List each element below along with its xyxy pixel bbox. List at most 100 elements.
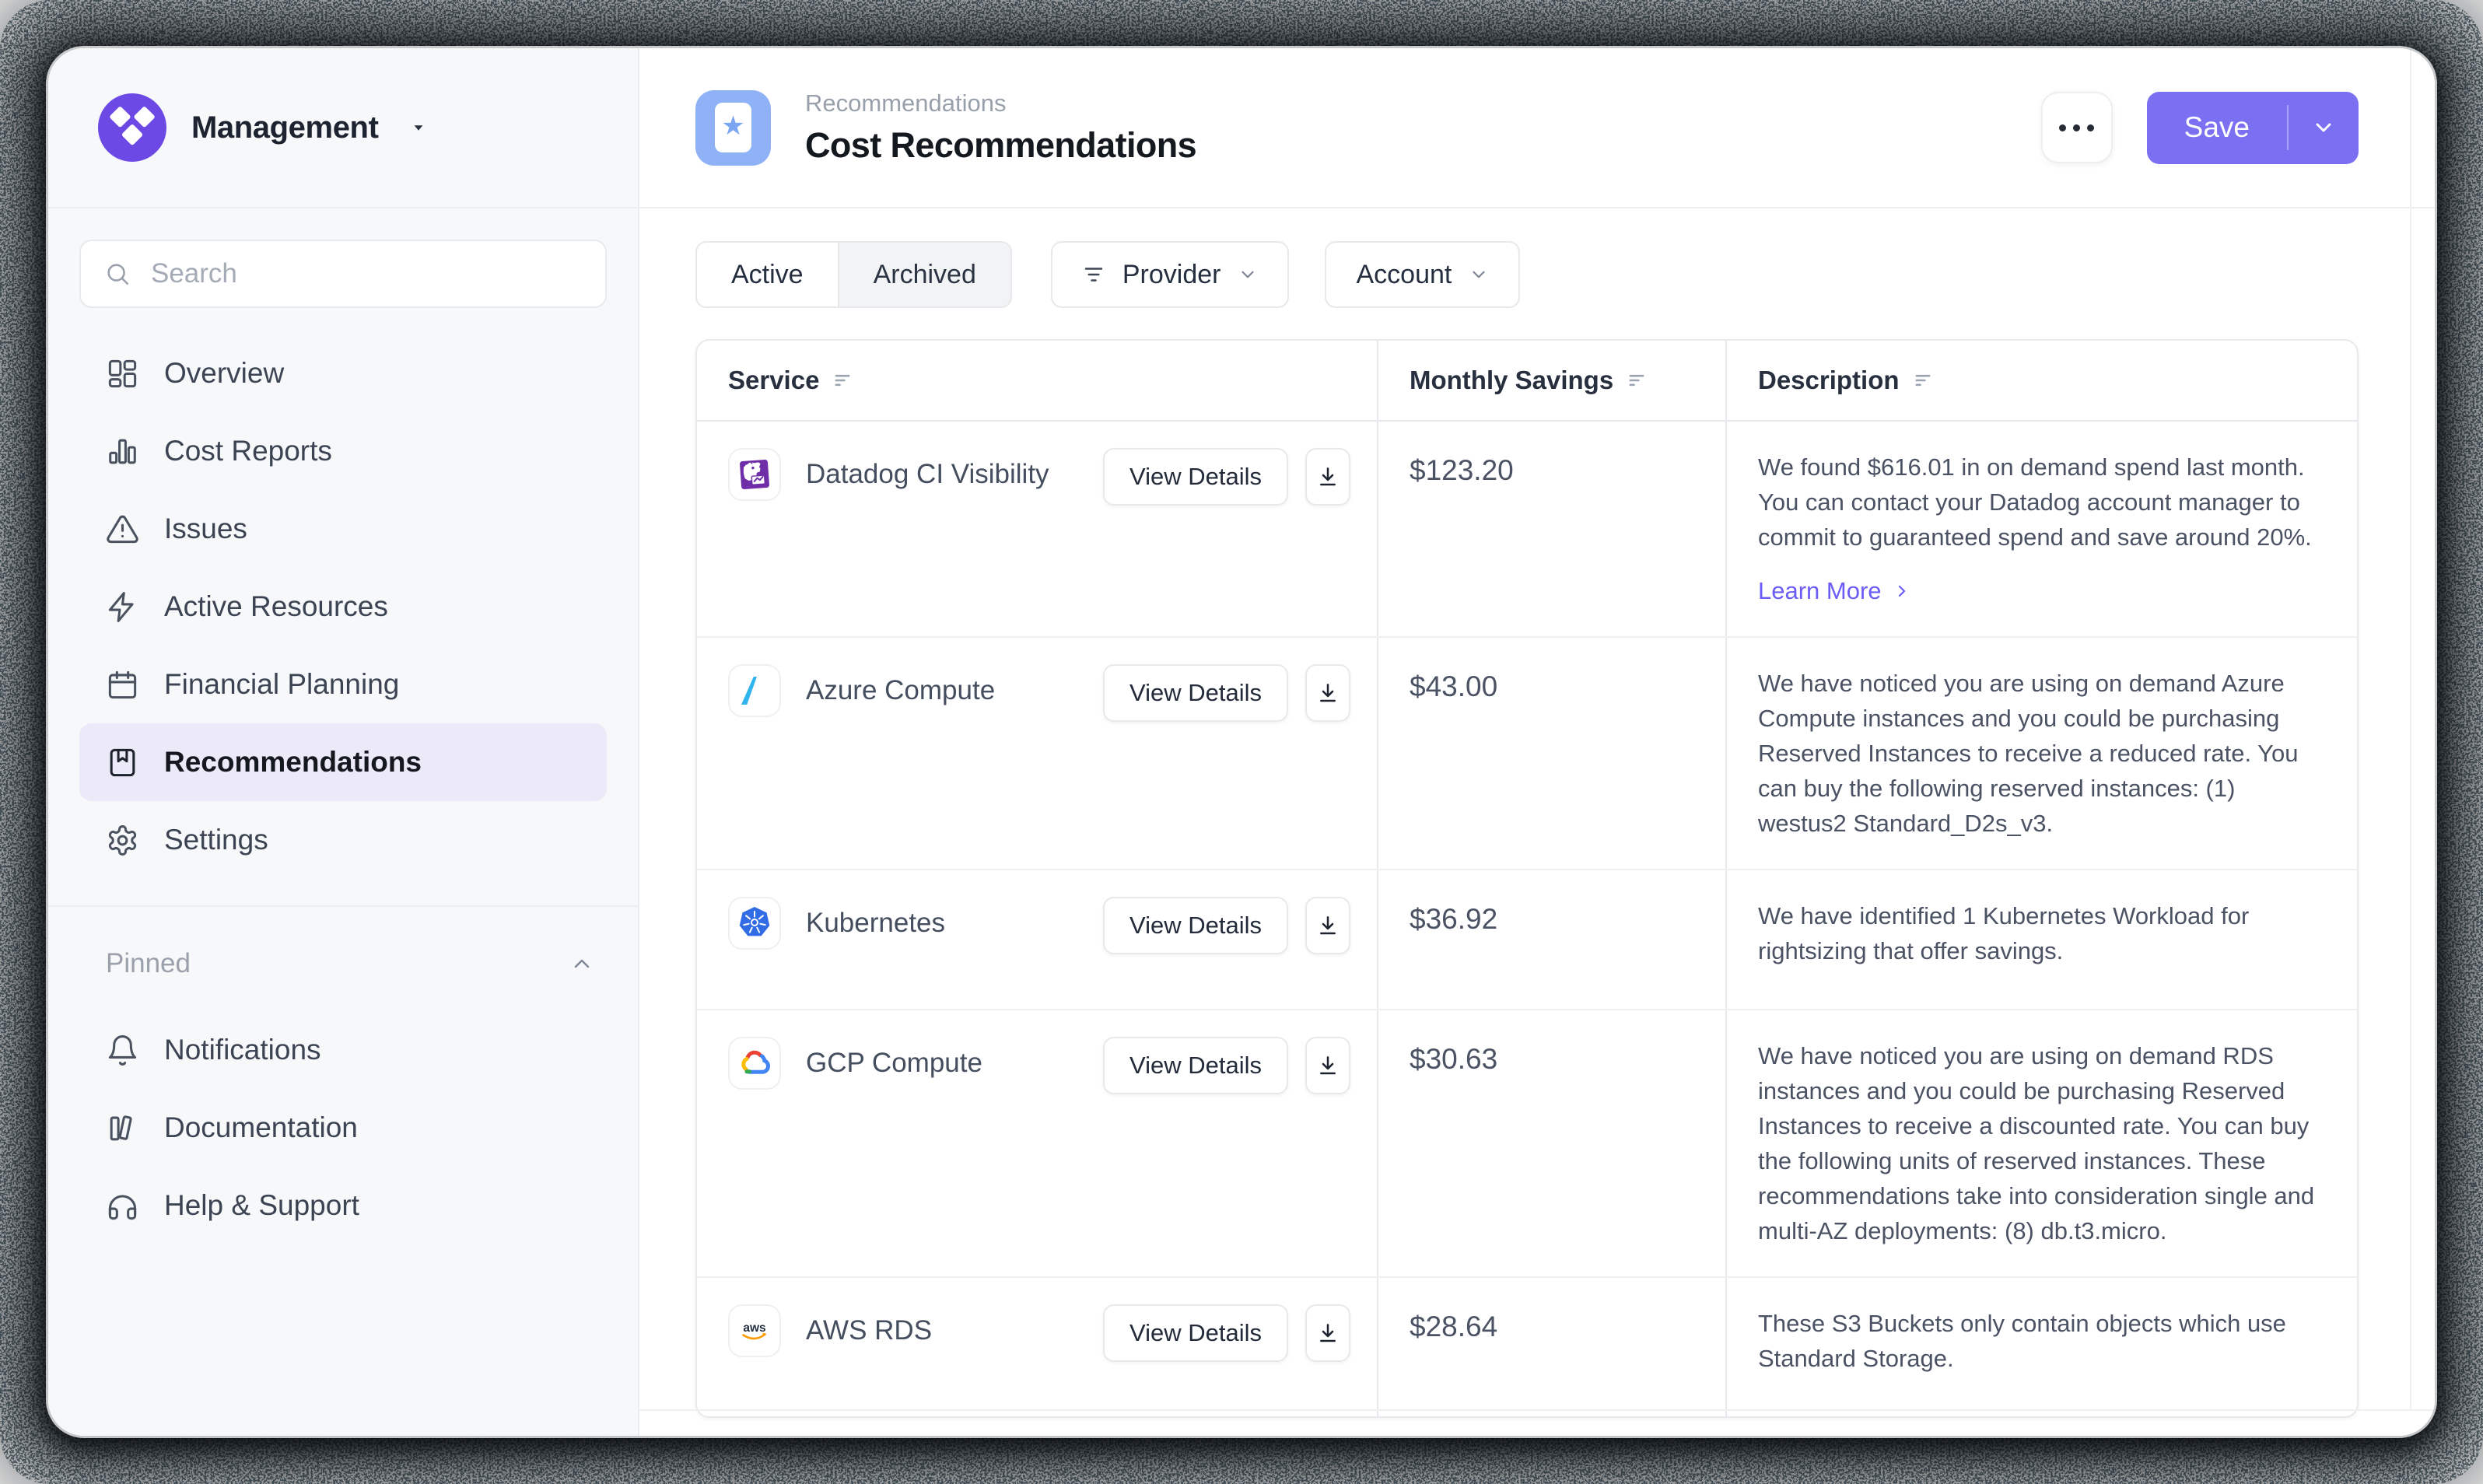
learn-more-link[interactable]: Learn More: [1758, 573, 1911, 608]
download-button[interactable]: [1305, 664, 1350, 722]
sidebar-item-label: Recommendations: [164, 746, 422, 779]
download-button[interactable]: [1305, 448, 1350, 506]
download-button[interactable]: [1305, 1037, 1350, 1094]
download-button[interactable]: [1305, 1304, 1350, 1362]
service-cell: GCP Compute View Details: [697, 1010, 1377, 1276]
caret-down-icon: [408, 117, 429, 138]
sidebar-item-financial-planning[interactable]: Financial Planning: [79, 646, 607, 723]
chevron-down-icon: [2311, 115, 2336, 140]
save-button[interactable]: Save: [2147, 92, 2359, 164]
sidebar-item-overview[interactable]: Overview: [79, 334, 607, 412]
search-input[interactable]: [79, 240, 607, 308]
service-logo-tile: aws: [728, 1304, 781, 1357]
monthly-savings-value: $123.20: [1377, 422, 1725, 636]
sidebar-item-recommendations[interactable]: Recommendations: [79, 723, 607, 801]
scrollbar-track-divider[interactable]: [2410, 48, 2411, 1411]
column-header-service[interactable]: Service: [697, 341, 1377, 420]
search-icon: [104, 261, 131, 287]
sidebar-item-label: Notifications: [164, 1034, 321, 1066]
download-icon: [1315, 1053, 1340, 1078]
filter-lines-icon: [1082, 263, 1105, 286]
sidebar-item-label: Help & Support: [164, 1189, 359, 1222]
app-window: Management Overview Cost Reports Issues …: [48, 48, 2435, 1436]
sidebar-item-issues[interactable]: Issues: [79, 490, 607, 568]
service-cell: Azure Compute View Details: [697, 638, 1377, 869]
ellipsis-icon: [2059, 124, 2066, 131]
pinned-section-header[interactable]: Pinned: [48, 938, 638, 989]
chevron-up-icon[interactable]: [569, 951, 594, 976]
sidebar-item-cost-reports[interactable]: Cost Reports: [79, 412, 607, 490]
more-actions-button[interactable]: [2041, 92, 2113, 163]
main-area: ★ Recommendations Cost Recommendations S…: [639, 48, 2435, 1436]
sort-lines-icon: [1626, 369, 1648, 391]
view-details-button[interactable]: View Details: [1103, 1037, 1288, 1094]
breadcrumb: Recommendations: [805, 89, 1196, 117]
datadog-logo: [736, 456, 773, 493]
table-row: aws AWS RDS View Details $28.64 These S3…: [697, 1276, 2357, 1416]
table-header-row: Service Monthly Savings Description: [697, 341, 2357, 422]
service-logo-tile: [728, 664, 781, 717]
view-details-button[interactable]: View Details: [1103, 664, 1288, 722]
sidebar-item-settings[interactable]: Settings: [79, 801, 607, 879]
account-dropdown-label: Account: [1356, 260, 1452, 290]
search-field[interactable]: [149, 257, 582, 290]
download-icon: [1315, 913, 1340, 938]
account-dropdown[interactable]: Account: [1325, 241, 1520, 308]
service-name: Kubernetes: [806, 897, 1078, 950]
status-segmented-control: Active Archived: [695, 241, 1012, 308]
view-details-button[interactable]: View Details: [1103, 448, 1288, 506]
provider-dropdown[interactable]: Provider: [1051, 241, 1290, 308]
sidebar-item-help-support[interactable]: Help & Support: [79, 1167, 607, 1244]
download-icon: [1315, 681, 1340, 705]
tab-active[interactable]: Active: [697, 243, 838, 306]
chevron-down-icon: [1238, 264, 1258, 285]
bell-icon: [106, 1034, 139, 1067]
sidebar-pinned-nav: Notifications Documentation Help & Suppo…: [48, 989, 638, 1244]
monthly-savings-value: $43.00: [1377, 638, 1725, 869]
download-icon: [1315, 1321, 1340, 1346]
sidebar-item-active-resources[interactable]: Active Resources: [79, 568, 607, 646]
service-cell: Kubernetes View Details: [697, 870, 1377, 1009]
alert-triangle-icon: [106, 513, 139, 546]
gear-icon: [106, 824, 139, 857]
sidebar-nav: Overview Cost Reports Issues Active Reso…: [48, 313, 638, 879]
save-menu-button[interactable]: [2289, 92, 2359, 164]
gcp-logo: [736, 1045, 773, 1082]
description-cell: We found $616.01 in on demand spend last…: [1725, 422, 2357, 636]
description-cell: These S3 Buckets only contain objects wh…: [1725, 1278, 2357, 1416]
description-text: We found $616.01 in on demand spend last…: [1758, 450, 2320, 555]
page-content: Active Archived Provider Account: [639, 208, 2435, 1436]
save-button-label: Save: [2147, 111, 2287, 144]
download-button[interactable]: [1305, 897, 1350, 954]
service-logo-tile: [728, 448, 781, 501]
provider-dropdown-label: Provider: [1122, 260, 1221, 290]
sidebar-section-divider: [48, 905, 638, 907]
workspace-switcher[interactable]: Management: [48, 48, 638, 208]
pinned-section-label: Pinned: [106, 948, 191, 979]
service-name: AWS RDS: [806, 1304, 1078, 1357]
view-details-button[interactable]: View Details: [1103, 1304, 1288, 1362]
table-row: GCP Compute View Details $30.63 We have …: [697, 1009, 2357, 1276]
description-text: These S3 Buckets only contain objects wh…: [1758, 1306, 2320, 1376]
view-details-button[interactable]: View Details: [1103, 897, 1288, 954]
workspace-logo-icon: [98, 93, 166, 162]
sidebar-item-label: Active Resources: [164, 590, 388, 623]
star-page-icon: ★: [695, 90, 771, 166]
filter-bar: Active Archived Provider Account: [695, 241, 2359, 308]
sidebar-item-notifications[interactable]: Notifications: [79, 1011, 607, 1089]
download-icon: [1315, 464, 1340, 489]
calendar-icon: [106, 668, 139, 702]
table-row: Azure Compute View Details $43.00 We hav…: [697, 636, 2357, 869]
page-header: ★ Recommendations Cost Recommendations S…: [639, 48, 2435, 208]
description-cell: We have noticed you are using on demand …: [1725, 638, 2357, 869]
tab-archived[interactable]: Archived: [838, 243, 1010, 306]
sort-lines-icon: [832, 369, 853, 391]
sort-lines-icon: [1912, 369, 1934, 391]
column-header-description[interactable]: Description: [1725, 341, 2357, 420]
sidebar-item-documentation[interactable]: Documentation: [79, 1089, 607, 1167]
workspace-name: Management: [191, 110, 379, 145]
column-header-monthly-savings[interactable]: Monthly Savings: [1377, 341, 1725, 420]
service-name: Azure Compute: [806, 664, 1078, 717]
description-text: We have noticed you are using on demand …: [1758, 1038, 2320, 1248]
bar-chart-icon: [106, 435, 139, 468]
